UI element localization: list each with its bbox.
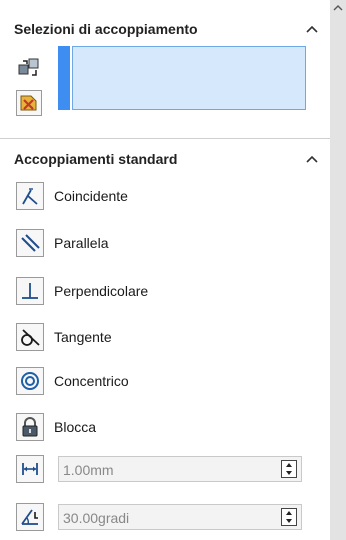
mate-selections-header[interactable]: Selezioni di accoppiamento [14,18,320,40]
mate-coincident[interactable]: Coincidente [16,181,128,211]
selection-active-indicator [58,46,70,110]
scroll-up-icon[interactable] [330,0,346,16]
mate-parallel-label: Parallela [54,235,109,251]
selection-filter-icon[interactable] [16,90,42,116]
mate-parallel[interactable]: Parallela [16,228,108,258]
angle-icon[interactable] [16,503,44,531]
angle-spinner[interactable] [281,508,297,526]
mate-selections-title: Selezioni di accoppiamento [14,21,198,37]
spinner-down-icon[interactable] [286,471,292,475]
tangent-icon[interactable] [16,323,44,351]
chevron-up-icon[interactable] [304,21,320,37]
spinner-up-icon[interactable] [286,463,292,467]
mate-coincident-label: Coincidente [54,188,128,204]
distance-input[interactable]: 1.00mm [58,456,302,482]
standard-mates-title: Accoppiamenti standard [14,151,178,167]
concentric-icon[interactable] [16,367,44,395]
angle-row [16,503,44,531]
lock-icon[interactable] [16,413,44,441]
vertical-scrollbar[interactable] [330,0,346,540]
mate-concentric-label: Concentrico [54,373,129,389]
mate-selection-box[interactable] [58,46,306,110]
mate-perpendicular-label: Perpendicolare [54,283,149,299]
parallel-icon[interactable] [16,229,44,257]
mate-tangent[interactable]: Tangente [16,322,112,352]
mate-concentric[interactable]: Concentrico [16,366,129,396]
mate-tangent-label: Tangente [54,329,112,345]
distance-spinner[interactable] [281,460,297,478]
perpendicular-icon[interactable] [16,277,44,305]
mate-lock-label: Blocca [54,419,97,435]
standard-mates-header[interactable]: Accoppiamenti standard [14,148,320,170]
mate-perpendicular[interactable]: Perpendicolare [16,276,148,306]
selection-list[interactable] [72,46,306,110]
property-manager-panel: Selezioni di accoppiamento Accoppiamenti… [0,0,330,540]
chevron-up-icon[interactable] [304,151,320,167]
distance-icon[interactable] [16,455,44,483]
selection-component-icon[interactable] [16,54,42,80]
spinner-down-icon[interactable] [286,519,292,523]
mate-lock[interactable]: Blocca [16,412,96,442]
section-divider [0,138,330,139]
coincident-icon[interactable] [16,182,44,210]
distance-value: 1.00mm [63,462,114,478]
distance-row [16,455,44,483]
angle-value: 30.00gradi [63,510,130,526]
angle-input[interactable]: 30.00gradi [58,504,302,530]
spinner-up-icon[interactable] [286,511,292,515]
